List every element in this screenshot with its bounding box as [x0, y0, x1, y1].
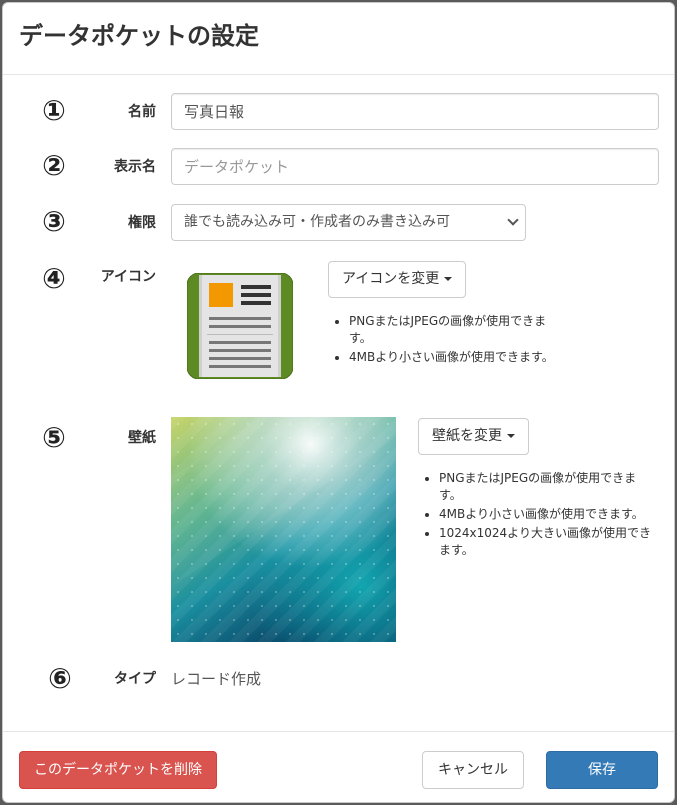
change-wallpaper-button[interactable]: 壁紙を変更 [418, 418, 529, 455]
icon-row: ④ アイコン アイコンを変更 PNGまたはJPEGの画像が使用できます。 4MB… [3, 261, 674, 401]
list-item: PNGまたはJPEGの画像が使用できます。 [439, 470, 654, 504]
step-number-3: ③ [42, 205, 66, 238]
change-icon-button[interactable]: アイコンを変更 [328, 261, 467, 298]
wallpaper-label: 壁紙 [128, 430, 156, 446]
modal-title: データポケットの設定 [19, 22, 259, 50]
icon-label: アイコン [100, 269, 156, 285]
name-input[interactable] [171, 93, 659, 130]
icon-notes: PNGまたはJPEGの画像が使用できます。 4MBより小さい画像が使用できます。 [329, 313, 559, 368]
step-number-4: ④ [42, 262, 66, 295]
wallpaper-notes: PNGまたはJPEGの画像が使用できます。 4MBより小さい画像が使用できます。… [419, 470, 654, 561]
list-item: 4MBより小さい画像が使用できます。 [439, 506, 654, 523]
type-row: ⑥ タイプ レコード作成 [3, 662, 674, 695]
list-item: 1024x1024より大きい画像が使用できます。 [439, 525, 654, 559]
step-number-6: ⑥ [48, 662, 72, 695]
step-number-2: ② [42, 149, 66, 182]
permission-label: 権限 [128, 215, 156, 231]
list-item: PNGまたはJPEGの画像が使用できます。 [349, 313, 559, 347]
permission-select[interactable]: 誰でも読み込み可・作成者のみ書き込み可 [171, 204, 526, 241]
name-label: 名前 [128, 104, 156, 120]
modal-header: データポケットの設定 [3, 3, 674, 75]
data-pocket-settings-dialog: データポケットの設定 ① 名前 ② 表示名 ③ 権限 誰でも読み込み可・作成者の… [2, 2, 675, 803]
permission-row: ③ 権限 誰でも読み込み可・作成者のみ書き込み可 [3, 204, 674, 244]
name-row: ① 名前 [3, 93, 674, 133]
caret-down-icon [444, 277, 453, 281]
permission-selected-value: 誰でも読み込み可・作成者のみ書き込み可 [184, 214, 450, 230]
type-value: レコード作成 [171, 670, 262, 688]
wallpaper-preview [171, 417, 396, 642]
step-number-1: ① [42, 94, 66, 127]
display-name-input[interactable] [171, 148, 659, 185]
newspaper-icon [186, 272, 294, 380]
change-icon-button-label: アイコンを変更 [342, 271, 440, 287]
modal-footer: このデータポケットを削除 キャンセル 保存 [3, 731, 674, 802]
step-number-5: ⑤ [42, 421, 66, 454]
change-wallpaper-button-label: 壁紙を変更 [432, 428, 502, 444]
save-button[interactable]: 保存 [546, 751, 658, 789]
caret-down-icon [507, 434, 515, 438]
delete-data-pocket-button[interactable]: このデータポケットを削除 [19, 751, 217, 789]
display-name-label: 表示名 [114, 159, 156, 175]
display-name-row: ② 表示名 [3, 148, 674, 188]
cancel-button[interactable]: キャンセル [422, 751, 524, 789]
type-label: タイプ [114, 671, 156, 687]
list-item: 4MBより小さい画像が使用できます。 [349, 349, 559, 366]
chevron-down-icon [507, 214, 519, 226]
